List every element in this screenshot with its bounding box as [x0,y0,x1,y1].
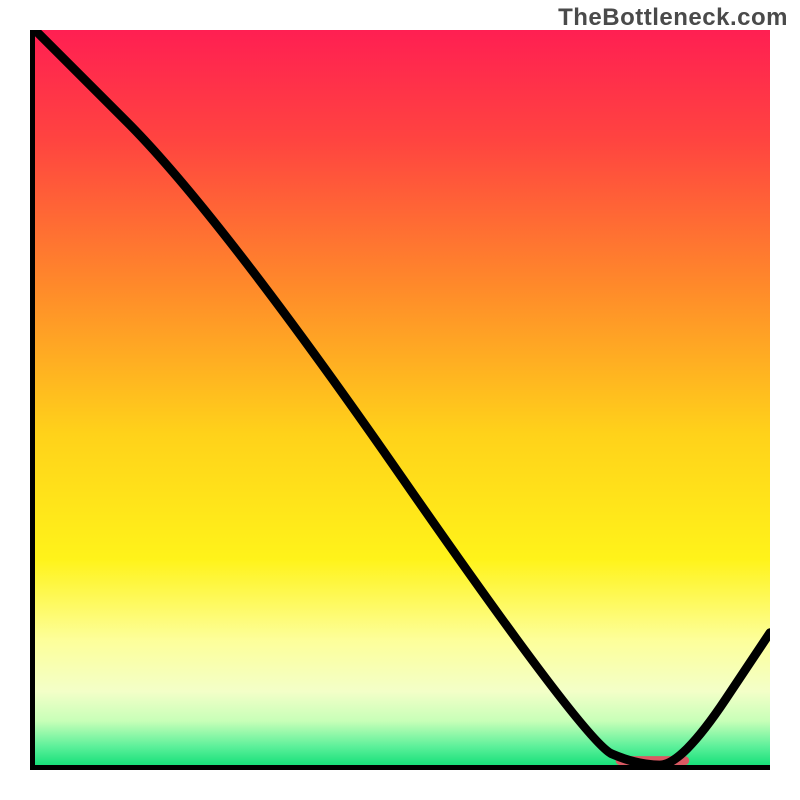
chart-svg [35,30,770,765]
chart-container: TheBottleneck.com [0,0,800,800]
watermark-text: TheBottleneck.com [558,4,788,32]
plot-area [30,30,770,770]
